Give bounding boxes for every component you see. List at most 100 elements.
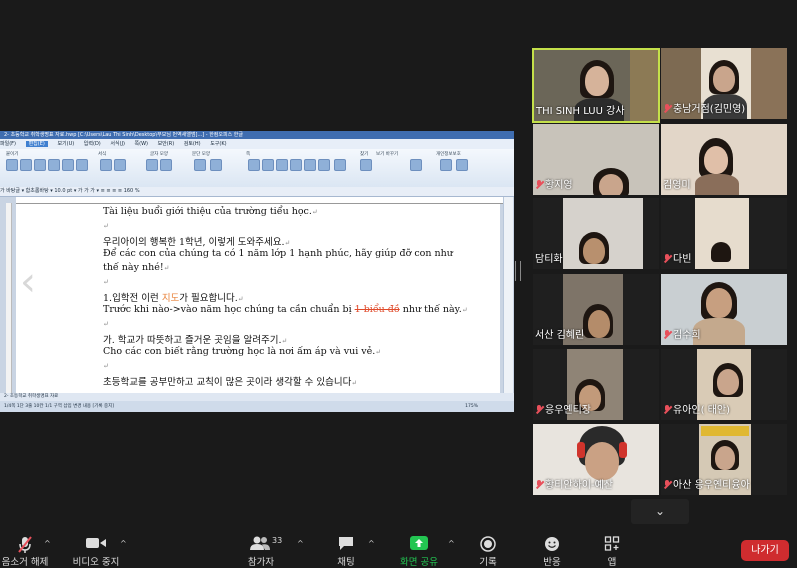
participant-tile[interactable]: 유아인( 태안) bbox=[661, 349, 787, 420]
shape-icon[interactable] bbox=[248, 159, 260, 171]
microphone-muted-icon bbox=[18, 536, 32, 553]
header-icon[interactable] bbox=[290, 159, 302, 171]
view-switch-icon[interactable] bbox=[410, 159, 422, 171]
para-shape-icon[interactable] bbox=[146, 159, 158, 171]
menu-security[interactable]: 보안(R) bbox=[158, 141, 175, 147]
menu-bar: 파일(F) 편집(E) 보기(U) 입력(D) 서식(J) 쪽(W) 보안(R)… bbox=[0, 139, 514, 149]
menu-view[interactable]: 보기(U) bbox=[57, 141, 74, 147]
split-view-handle[interactable] bbox=[515, 261, 521, 281]
ribbon-label-para-shape: 문단 모양 bbox=[192, 152, 210, 157]
participants-button[interactable]: 33 참가자 bbox=[238, 530, 284, 568]
chart-icon[interactable] bbox=[276, 159, 288, 171]
muted-mic-icon bbox=[535, 405, 543, 414]
apps-button[interactable]: 앱 bbox=[596, 530, 628, 568]
paste-icon[interactable] bbox=[6, 159, 18, 171]
ribbon-label-paste: 붙이기 bbox=[6, 152, 19, 157]
participant-name: 충남거점(김민영) bbox=[663, 100, 745, 115]
share-screen-button[interactable]: 화면 공유 bbox=[394, 530, 444, 568]
format-bar[interactable]: 가 바탕글 ▾ 함초롬바탕 ▾ 10.0 pt ▾ 가 가 가 ▾ ≡ ≡ ≡ … bbox=[0, 187, 514, 197]
privacy-icon[interactable] bbox=[440, 159, 452, 171]
privacy-search-icon[interactable] bbox=[456, 159, 468, 171]
chevron-up-icon[interactable]: ^ bbox=[120, 539, 127, 548]
participant-name: 유아인( 태안) bbox=[663, 401, 730, 416]
table-icon[interactable] bbox=[194, 159, 206, 171]
muted-mic-icon bbox=[663, 405, 671, 414]
doc-line: 우리아이의 행복한 1학년, 이렇게 도와주세요.↵ bbox=[103, 237, 291, 248]
participant-tile[interactable]: 서산 김혜린 bbox=[533, 274, 659, 345]
participant-tile[interactable]: THI SINH LUU 강사 bbox=[532, 48, 660, 123]
search-icon[interactable] bbox=[62, 159, 74, 171]
participant-tile[interactable]: 황티안하이-예산 bbox=[533, 424, 659, 495]
muted-mic-icon bbox=[535, 180, 543, 189]
menu-format[interactable]: 서식(J) bbox=[110, 141, 125, 147]
reactions-button[interactable]: 반응 bbox=[534, 530, 570, 568]
chevron-up-icon[interactable]: ^ bbox=[448, 539, 455, 548]
menu-page[interactable]: 쪽(W) bbox=[135, 141, 148, 147]
zoom-level[interactable]: 175% bbox=[465, 401, 478, 412]
bullet-icon[interactable] bbox=[160, 159, 172, 171]
chevron-up-icon[interactable]: ^ bbox=[368, 539, 375, 548]
meeting-toolbar: 음소거 해제 ^ 비디오 중지 ^ 33 참가자 ^ 채팅 ^ 화면 공유 ^ bbox=[0, 530, 797, 568]
format-painter-icon[interactable] bbox=[48, 159, 60, 171]
footnote-icon[interactable] bbox=[304, 159, 316, 171]
document-tab[interactable]: 2- 초등학교 취학생명표 자료 bbox=[0, 393, 514, 401]
participant-tile[interactable]: 아산 응우옌티융아 bbox=[661, 424, 787, 495]
unmute-label: 음소거 해제 bbox=[1, 557, 49, 568]
doc-line: Cho các con biết rằng trường học là nơi … bbox=[103, 346, 382, 357]
headphones-icon bbox=[577, 442, 585, 458]
chevron-left-icon[interactable]: ‹ bbox=[20, 262, 44, 302]
record-button[interactable]: 기록 bbox=[470, 530, 506, 568]
participant-tile[interactable]: 다빈 bbox=[661, 198, 787, 269]
leave-meeting-button[interactable]: 나가기 bbox=[741, 540, 789, 561]
doc-line: ↵ bbox=[103, 222, 109, 230]
document-title: 2- 초등학교 취학생명표 자료.hwp [C:\Users\Lau Thi S… bbox=[0, 131, 514, 139]
cut-icon[interactable] bbox=[34, 159, 46, 171]
muted-mic-icon bbox=[663, 330, 671, 339]
chevron-up-icon[interactable]: ^ bbox=[44, 539, 51, 548]
participant-name: 서산 김혜린 bbox=[535, 330, 585, 341]
picture-icon[interactable] bbox=[210, 159, 222, 171]
menu-file[interactable]: 파일(F) bbox=[0, 141, 16, 147]
ribbon-label-view-switch: 보기 바꾸기 bbox=[376, 152, 399, 157]
share-screen-icon bbox=[410, 536, 428, 550]
unmute-button[interactable]: 음소거 해제 bbox=[0, 530, 50, 568]
menu-review[interactable]: 검토(H) bbox=[184, 141, 201, 147]
find-icon[interactable] bbox=[360, 159, 372, 171]
doc-line: 1.입학전 이런 지도가 필요합니다.↵ bbox=[103, 293, 244, 304]
participant-tile[interactable]: 김영미 bbox=[661, 124, 787, 195]
participant-tile[interactable]: 황지영 bbox=[533, 124, 659, 195]
vertical-ruler bbox=[6, 203, 12, 393]
participant-name: 아산 응우옌티융아 bbox=[663, 476, 750, 491]
ribbon-label-char-shape: 글자 모양 bbox=[150, 152, 168, 157]
participant-name: THI SINH LUU 강사 bbox=[536, 106, 625, 117]
participant-name: 황티안하이-예산 bbox=[535, 476, 613, 491]
style-icon[interactable] bbox=[100, 159, 112, 171]
menu-edit[interactable]: 편집(E) bbox=[25, 141, 48, 147]
spellcheck-icon[interactable] bbox=[334, 159, 346, 171]
participant-tile[interactable]: 응우옌티장 bbox=[533, 349, 659, 420]
chat-button[interactable]: 채팅 bbox=[328, 530, 364, 568]
page-number-icon[interactable] bbox=[318, 159, 330, 171]
document-scrollbar[interactable] bbox=[503, 197, 513, 393]
ribbon-toolbar: 붙이기 서식 글자 모양 문단 모양 쪽 찾기 보기 바꾸기 개인정보보호 bbox=[0, 149, 514, 188]
participant-name: 김수희 bbox=[663, 326, 701, 341]
muted-mic-icon bbox=[663, 480, 671, 489]
document-page[interactable]: Tài liệu buổi giới thiệu của trường tiểu… bbox=[16, 204, 500, 393]
doc-line: 초등학교를 공부만하고 교칙이 많은 곳이라 생각할 수 있습니다↵ bbox=[103, 377, 358, 388]
status-text: 1/4쪽 1단 3줄 10칸 1/1 구역 삽입 변경 내용 [기록 중지] bbox=[4, 404, 114, 409]
menu-tools[interactable]: 도구(K) bbox=[210, 141, 226, 147]
ribbon-label-format: 서식 bbox=[98, 152, 107, 157]
char-shape-icon[interactable] bbox=[114, 159, 126, 171]
doc-line: Để các con của chúng ta có 1 năm lớp 1 h… bbox=[103, 248, 453, 259]
participant-tile[interactable]: 충남거점(김민영) bbox=[661, 48, 787, 119]
ribbon-label-page: 쪽 bbox=[246, 152, 251, 157]
chevron-up-icon[interactable]: ^ bbox=[297, 539, 304, 548]
stop-video-button[interactable]: 비디오 중지 bbox=[68, 530, 124, 568]
participant-tile[interactable]: 김수희 bbox=[661, 274, 787, 345]
participant-tile[interactable]: 담티화 bbox=[533, 198, 659, 269]
chevron-down-icon[interactable]: ⌄ bbox=[631, 499, 689, 524]
menu-insert[interactable]: 입력(D) bbox=[84, 141, 101, 147]
copy-icon[interactable] bbox=[20, 159, 32, 171]
memo-icon[interactable] bbox=[262, 159, 274, 171]
replace-icon[interactable] bbox=[76, 159, 88, 171]
